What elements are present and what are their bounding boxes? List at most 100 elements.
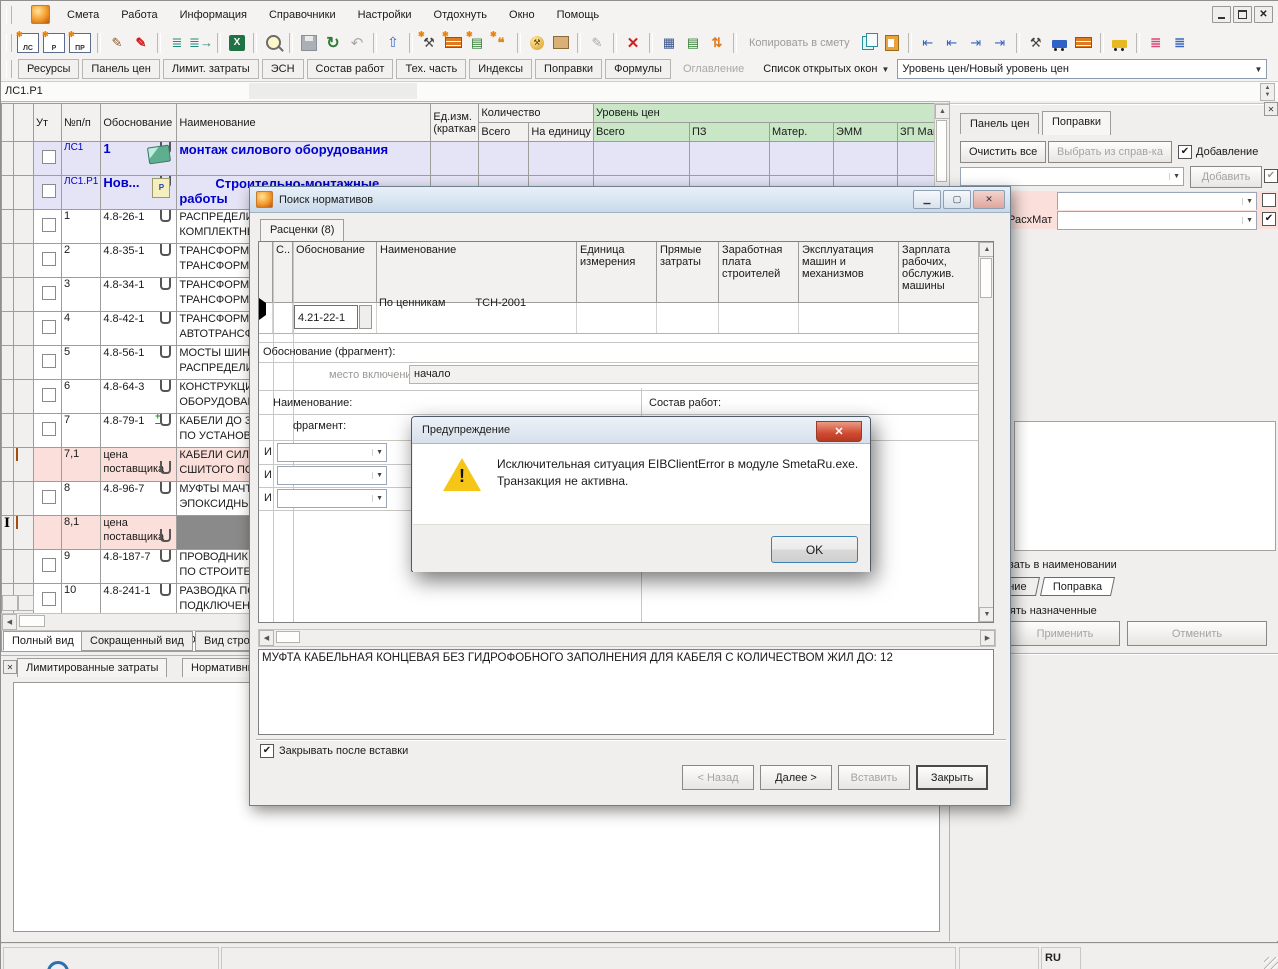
blue-reference-icon[interactable]: ≣ — [1168, 32, 1192, 54]
indent-last-icon[interactable]: ⇥ — [988, 32, 1012, 54]
tab-price-panel[interactable]: Панель цен — [960, 113, 1039, 134]
materials-resource-icon[interactable] — [1072, 32, 1096, 54]
panel-tab[interactable]: ЭСН — [262, 59, 304, 79]
col-pl-mater[interactable]: Матер. — [769, 123, 833, 142]
minimize-icon[interactable] — [1212, 6, 1231, 23]
row-number[interactable]: 3 — [62, 278, 101, 312]
panel-tab[interactable]: Оглавление — [674, 59, 753, 79]
col-basis[interactable]: Обоснование — [293, 242, 377, 302]
machines-resource-icon[interactable] — [1048, 32, 1072, 54]
close-icon[interactable]: ✕ — [973, 190, 1005, 209]
table-row[interactable]: I ЛС1 1 P +‒ монтаж силового оборудовани… — [2, 142, 964, 176]
formula-cell[interactable] — [249, 83, 417, 99]
new-section-button[interactable]: ✱Р — [43, 33, 65, 53]
toolbar-grip[interactable] — [6, 34, 12, 52]
pink-reference-icon[interactable]: ≣ — [1144, 32, 1168, 54]
add-document-icon[interactable]: ▤ — [681, 32, 705, 54]
open-windows-menu[interactable]: Список открытых окон▼ — [763, 63, 889, 75]
panel-tab[interactable]: Тех. часть — [396, 59, 466, 79]
col-machines-operation[interactable]: Эксплуатация машин и механизмов — [799, 242, 899, 302]
basis-edit-field[interactable]: 4.21-22-1 — [294, 305, 358, 329]
col-qty-per-unit[interactable]: На единицу — [529, 123, 594, 142]
minimize-icon[interactable]: ▁ — [913, 190, 941, 209]
edit-table-icon[interactable]: ✎ — [105, 32, 129, 54]
scroll-thumb[interactable] — [980, 258, 992, 298]
col-name[interactable]: Наименование — [377, 242, 577, 302]
add-resource-icon[interactable]: ✱▤ — [465, 32, 489, 54]
calculator-icon[interactable]: ▦ — [657, 32, 681, 54]
corrections-list[interactable] — [1014, 421, 1276, 551]
menu-item[interactable]: Помощь — [546, 5, 611, 25]
language-indicator[interactable]: RU — [1045, 952, 1061, 964]
search-icon[interactable] — [261, 32, 285, 54]
include-place-field[interactable]: начало — [409, 365, 992, 384]
undo-icon[interactable]: ↶ — [345, 32, 369, 54]
col-qty-total[interactable]: Всего — [479, 123, 529, 142]
col-operators-wage[interactable]: Зарплата рабочих, обслужив. машины — [899, 242, 979, 302]
adding-checkbox[interactable]: ✔ — [1178, 145, 1192, 159]
panel-tab[interactable]: Лимит. затраты — [163, 59, 259, 79]
scroll-left-icon[interactable]: ◀ — [2, 614, 17, 630]
delete-table-icon[interactable]: ✎ — [129, 32, 153, 54]
scroll-down-icon[interactable]: ▼ — [979, 607, 994, 622]
menu-item[interactable]: Отдохнуть — [423, 5, 499, 25]
row-number[interactable]: 4 — [62, 312, 101, 346]
dialog-titlebar[interactable]: Поиск нормативов ▁ ▢ ✕ — [250, 187, 1010, 213]
scroll-thumb[interactable] — [936, 120, 947, 182]
clear-all-button[interactable]: Очистить все — [960, 141, 1046, 163]
condition-combo[interactable]: ▼ — [277, 489, 387, 508]
row-number[interactable]: 1 — [62, 210, 101, 244]
excel-export-icon[interactable]: X — [225, 32, 249, 54]
col-name[interactable]: Наименование — [177, 104, 431, 142]
col-pl-pz[interactable]: ПЗ — [689, 123, 769, 142]
condition-combo[interactable]: ▼ — [277, 443, 387, 462]
close-icon[interactable] — [1254, 6, 1273, 23]
dialog-horizontal-scrollbar[interactable]: ◀ ▶ — [258, 629, 996, 647]
toolbar-grip[interactable] — [6, 6, 12, 24]
menu-item[interactable]: Окно — [498, 5, 546, 25]
rates-table-row[interactable]: 4.21-22-1 По ценникам ТСН-2001 — [259, 303, 993, 334]
price-level-combo[interactable]: Уровень цен/Новый уровень цен ▼ — [897, 59, 1267, 79]
add-button[interactable]: Добавить — [1190, 166, 1262, 188]
sort-icon[interactable]: ⇅ — [705, 32, 729, 54]
correction-combo[interactable]: ▼ — [960, 167, 1184, 186]
refresh-icon[interactable]: ↻ — [321, 32, 345, 54]
maximize-icon[interactable]: ▢ — [943, 190, 971, 209]
panel-tab[interactable]: Ресурсы — [18, 59, 79, 79]
indent-left-icon[interactable]: ⇤ — [940, 32, 964, 54]
scroll-right-icon[interactable]: ▶ — [980, 630, 995, 646]
add-material-icon[interactable]: ✱ — [441, 32, 465, 54]
col-ut[interactable]: Ут — [34, 104, 62, 142]
resize-grip[interactable] — [1264, 957, 1278, 969]
close-panel-icon[interactable]: ✕ — [3, 660, 17, 674]
panel-tab[interactable]: Формулы — [605, 59, 671, 79]
col-num[interactable]: №п/п — [62, 104, 101, 142]
correction-value-combo[interactable]: ▼ — [1057, 211, 1257, 230]
choose-from-reference-button[interactable]: Выбрать из справ-ка — [1048, 141, 1172, 163]
scroll-left-icon[interactable]: ◀ — [259, 630, 274, 646]
delete-icon[interactable]: ✕ — [621, 32, 645, 54]
correction-value-combo[interactable]: ▼ — [1057, 192, 1257, 211]
tab-rates[interactable]: Расценки (8) — [260, 219, 344, 241]
scroll-thumb[interactable] — [19, 615, 45, 627]
paste-icon[interactable] — [880, 32, 904, 54]
copy-icon[interactable] — [856, 32, 880, 54]
row-number[interactable]: 2 — [62, 244, 101, 278]
tab-correction[interactable]: Поправка — [1040, 577, 1115, 596]
row-number[interactable]: 8,1 — [62, 516, 101, 550]
dialog-vertical-scrollbar[interactable]: ▲ ▼ — [978, 242, 994, 622]
row-number[interactable]: ЛС1.Р1 — [62, 176, 101, 210]
row-number[interactable]: 8 — [62, 482, 101, 516]
restore-icon[interactable] — [1233, 6, 1252, 23]
dialog-titlebar[interactable]: Предупреждение — [412, 417, 870, 444]
condition-combo[interactable]: ▼ — [277, 466, 387, 485]
row-number[interactable]: 7,1 — [62, 448, 101, 482]
panel-tab[interactable]: Поправки — [535, 59, 602, 79]
work-price-icon[interactable]: ⚒ — [525, 32, 549, 54]
panel-tab[interactable]: Панель цен — [82, 59, 159, 79]
close-button[interactable]: Закрыть — [916, 765, 988, 790]
close-after-insert-checkbox[interactable]: ✔ — [260, 744, 274, 758]
col-basis[interactable]: Обоснование — [101, 104, 177, 142]
row-checkbox[interactable]: ✔ — [1262, 212, 1276, 226]
col-c[interactable]: С.. — [273, 242, 293, 302]
